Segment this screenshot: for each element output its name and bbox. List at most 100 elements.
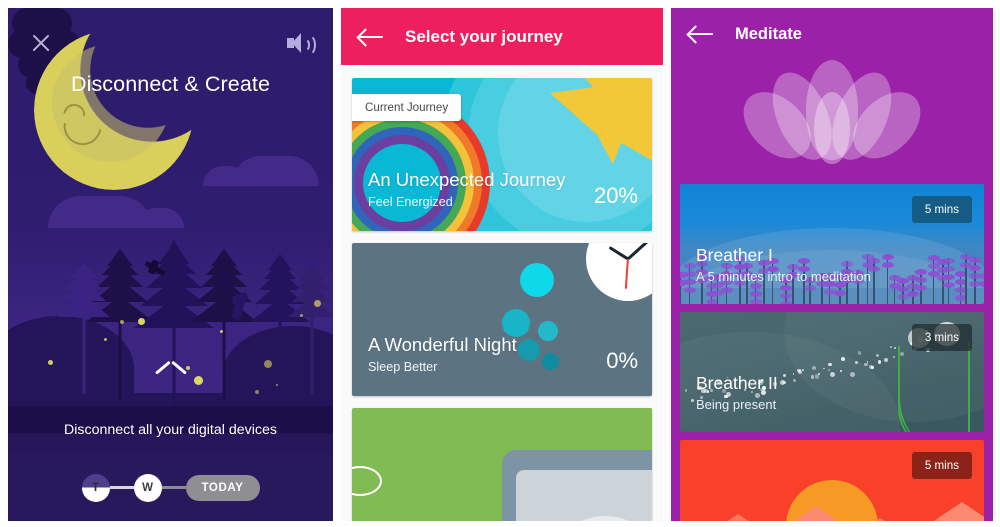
arrow-back-icon[interactable]	[359, 28, 383, 46]
weighing-scale-icon	[502, 450, 652, 521]
firefly	[186, 366, 190, 370]
duration-badge: 5 mins	[912, 452, 972, 479]
duration-badge: 3 mins	[912, 324, 972, 351]
day-circle-w[interactable]: W	[134, 474, 162, 502]
lavender-stem	[942, 259, 944, 304]
lavender-flower	[834, 290, 846, 296]
dandelion-seed	[685, 389, 688, 392]
header-title: Meditate	[735, 25, 802, 44]
journey-subtitle: Feel Energized	[368, 195, 453, 209]
lavender-flower	[780, 285, 792, 291]
dandelion-seed	[864, 363, 868, 367]
journey-header: Select your journey	[341, 8, 663, 65]
lavender-flower	[882, 254, 894, 260]
bubble	[538, 321, 558, 341]
lavender-flower	[882, 262, 894, 268]
meditate-title: Breather I	[696, 245, 773, 266]
bubble	[502, 309, 530, 337]
firefly	[255, 390, 259, 394]
meditate-header: Meditate	[671, 8, 993, 60]
mountain	[942, 520, 984, 521]
lavender-flower	[915, 285, 927, 291]
dandelion-seed	[894, 347, 896, 349]
duration-badge: 5 mins	[912, 196, 972, 223]
mountain	[876, 502, 984, 521]
hoop-icon	[352, 466, 382, 496]
instruction-bar: Disconnect all your digital devices	[8, 406, 333, 454]
header-title: Select your journey	[405, 27, 563, 47]
lotus-flower-icon	[747, 58, 917, 168]
current-journey-badge: Current Journey	[352, 94, 461, 121]
firefly	[104, 338, 107, 341]
journey-list[interactable]: Current Journey An Unexpected Journey Fe…	[341, 65, 663, 521]
dandelion-stem-3	[898, 352, 954, 432]
journey-title: An Unexpected Journey	[368, 169, 565, 191]
clock-hour-hand	[609, 246, 629, 260]
crescent-moon-icon	[34, 30, 194, 190]
lavender-flower	[969, 257, 981, 263]
bubble	[520, 263, 554, 297]
lavender-stem	[873, 258, 875, 304]
lavender-flower	[943, 266, 955, 272]
meditate-card-breather-2[interactable]: 3 mins Breather II Being present	[680, 312, 984, 432]
lavender-flower	[915, 269, 927, 275]
lavender-flower	[780, 301, 792, 304]
dandelion-seed	[811, 375, 815, 379]
firefly	[120, 320, 124, 324]
lavender-flower	[780, 293, 792, 299]
tree-trunk	[223, 314, 226, 400]
journey-title: A Wonderful Night	[368, 334, 517, 356]
journey-card-unexpected[interactable]: Current Journey An Unexpected Journey Fe…	[352, 78, 652, 231]
bubble	[542, 353, 559, 370]
firefly	[276, 384, 278, 386]
day-tracker: T W TODAY	[82, 474, 260, 502]
dandelion-seed	[802, 369, 804, 371]
firefly	[264, 360, 272, 368]
page-title: Disconnect & Create	[8, 72, 333, 97]
firefly	[220, 330, 223, 333]
firefly	[48, 360, 53, 365]
meditate-subtitle: A 5 minutes intro to meditation	[696, 269, 871, 284]
close-icon[interactable]	[30, 32, 52, 54]
panel-select-journey: Select your journey Current Journey An U…	[341, 8, 663, 521]
dandelion-seed	[867, 361, 868, 362]
meditate-card-sunset[interactable]: 5 mins	[680, 440, 984, 521]
lavender-flower	[915, 277, 927, 283]
day-connector-2	[162, 486, 186, 489]
dandelion-seed	[840, 370, 842, 372]
day-circle-t[interactable]: T	[82, 474, 110, 502]
lavender-flower	[804, 285, 816, 291]
journey-card-wonderful-night[interactable]: A Wonderful Night Sleep Better 0%	[352, 243, 652, 396]
clock-icon	[586, 243, 652, 301]
firefly	[300, 314, 303, 317]
bubble	[518, 339, 540, 361]
day-tracker-bar: T W TODAY	[8, 454, 333, 521]
meditate-card-breather-1[interactable]: 5 mins Breather I A 5 minutes intro to m…	[680, 184, 984, 304]
speaker-wave-outer	[301, 34, 316, 56]
journey-card-green[interactable]	[352, 408, 652, 521]
chevron-up-icon[interactable]	[156, 366, 186, 382]
tree-trunk	[83, 309, 86, 394]
lavender-flower	[943, 258, 955, 264]
meditate-subtitle: Being present	[696, 397, 776, 412]
dandelion-seed	[858, 351, 861, 354]
firefly	[138, 318, 145, 325]
arrow-back-icon[interactable]	[689, 25, 713, 43]
meditate-list[interactable]: 5 mins Breather I A 5 minutes intro to m…	[671, 184, 993, 521]
instruction-text: Disconnect all your digital devices	[64, 422, 277, 438]
speaker-icon[interactable]	[287, 32, 313, 54]
journey-progress: 0%	[606, 348, 638, 374]
firefly	[194, 376, 203, 385]
tree-layer	[299, 266, 325, 281]
lavender-flower	[969, 265, 981, 271]
moon-shade	[52, 44, 170, 162]
tree-layer	[70, 263, 98, 278]
clock-minute-hand	[627, 243, 650, 260]
dandelion-seed	[830, 372, 835, 377]
scale-body	[516, 470, 652, 521]
lavender-stem	[948, 258, 950, 304]
today-pill[interactable]: TODAY	[186, 475, 260, 501]
tree	[280, 8, 333, 394]
journey-subtitle: Sleep Better	[368, 360, 437, 374]
firefly	[314, 300, 321, 307]
